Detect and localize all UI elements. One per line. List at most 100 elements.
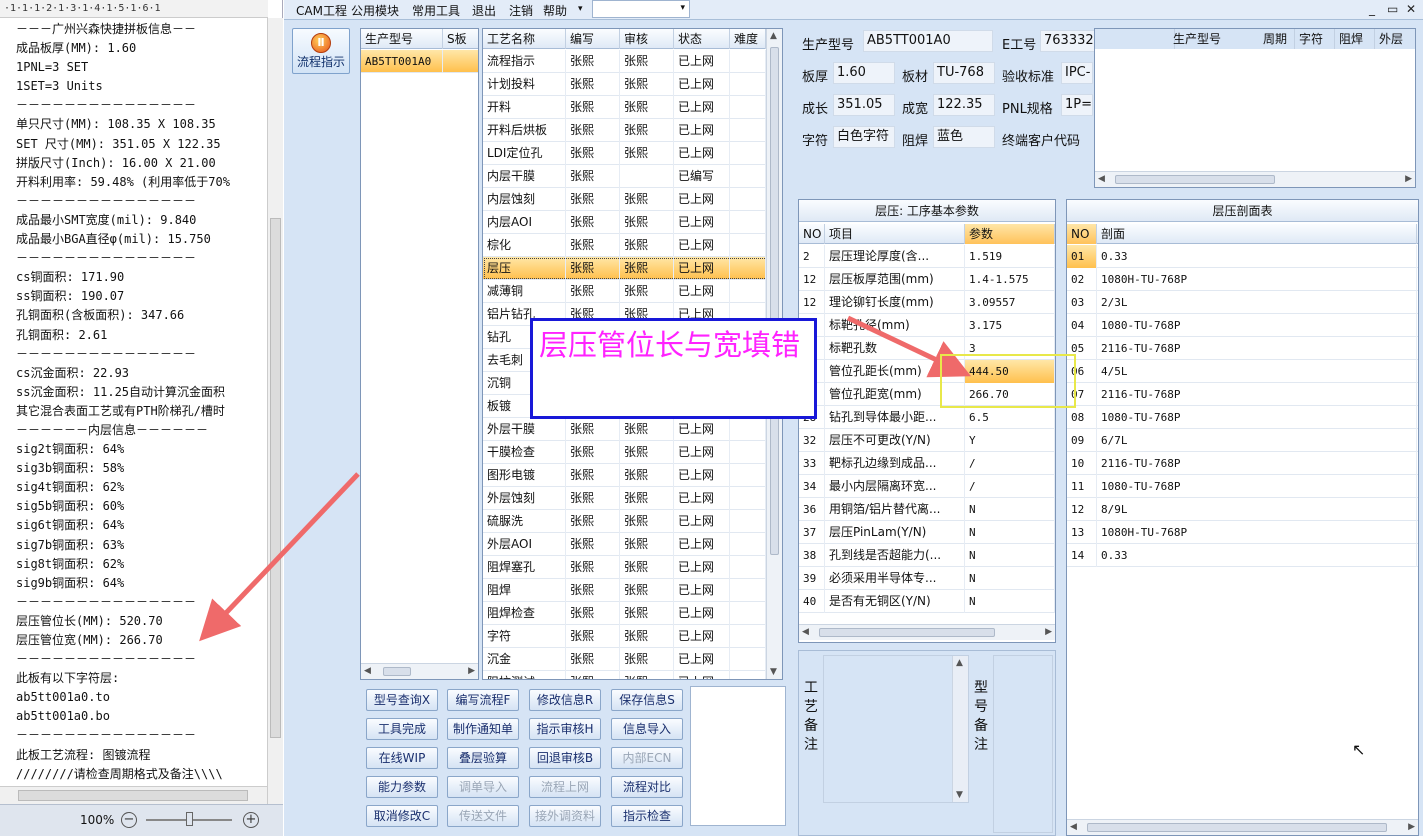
col-model[interactable]: 生产型号 [361, 29, 443, 49]
action-button[interactable]: 传送文件 [447, 805, 519, 827]
width-value[interactable]: 122.35 [933, 94, 995, 116]
menu-tools[interactable]: 常用工具 [412, 2, 460, 19]
stackup-row[interactable]: 08 1080-TU-768P [1067, 406, 1418, 429]
action-button[interactable]: 流程对比 [611, 776, 683, 798]
process-row[interactable]: 干膜检查 张熙 张熙 已上网 [483, 441, 782, 464]
process-row[interactable]: 阻抗测试张熙张熙已上网 [483, 671, 782, 679]
pnl-value[interactable]: 1P= [1061, 94, 1093, 116]
col-char[interactable]: 字符 [1295, 29, 1335, 49]
document-horizontal-scrollbar[interactable] [0, 786, 267, 804]
process-row[interactable]: 字符 张熙 张熙 已上网 [483, 625, 782, 648]
param-row[interactable]: 33 靶标孔边缘到成品... / [799, 452, 1055, 475]
param-row[interactable]: 36 用铜箔/铝片替代离... N [799, 498, 1055, 521]
action-button[interactable]: 指示审核H [529, 718, 601, 740]
col-status[interactable]: 状态 [674, 29, 730, 49]
action-button[interactable]: 编写流程F [447, 689, 519, 711]
param-row[interactable]: 12 层压板厚范围(mm) 1.4-1.575 [799, 268, 1055, 291]
col-process-name[interactable]: 工艺名称 [483, 29, 566, 49]
process-row[interactable]: 阻焊检查 张熙 张熙 已上网 [483, 602, 782, 625]
flow-indicator-button[interactable]: Ⅱ 流程指示 [292, 28, 350, 74]
param-row[interactable]: 28钻孔到导体最小距...6.5 [799, 406, 1055, 429]
col-profile[interactable]: 剖面 [1097, 224, 1417, 244]
help-dropdown-icon[interactable]: ▾ [578, 4, 583, 14]
menu-exit[interactable]: 退出 [472, 2, 496, 19]
col-difficulty[interactable]: 难度 [730, 29, 766, 49]
col-mask[interactable]: 阻焊 [1335, 29, 1375, 49]
stackup-row[interactable]: 10 2116-TU-768P [1067, 452, 1418, 475]
action-button[interactable]: 调单导入 [447, 776, 519, 798]
process-row[interactable]: 流程指示 张熙 张熙 已上网 [483, 50, 782, 73]
stackup-row[interactable]: 05 2116-TU-768P [1067, 337, 1418, 360]
col-outer[interactable]: 外层 [1375, 29, 1415, 49]
thickness-value[interactable]: 1.60 [833, 62, 895, 84]
stackup-row[interactable]: 04 1080-TU-768P [1067, 314, 1418, 337]
zoom-out-icon[interactable]: − [121, 812, 137, 828]
param-row[interactable]: 34 最小内层隔离环宽... / [799, 475, 1055, 498]
process-row[interactable]: 外层AOI 张熙 张熙 已上网 [483, 533, 782, 556]
col-reviewer[interactable]: 审核 [620, 29, 674, 49]
params-hscroll[interactable]: ◀ ▶ [799, 624, 1055, 640]
process-row[interactable]: 阻焊塞孔 张熙 张熙 已上网 [483, 556, 782, 579]
action-button[interactable]: 接外调资料 [529, 805, 601, 827]
action-button[interactable]: 制作通知单 [447, 718, 519, 740]
process-row[interactable]: 阻焊 张熙 张熙 已上网 [483, 579, 782, 602]
process-row[interactable]: 内层蚀刻 张熙 张熙 已上网 [483, 188, 782, 211]
param-row[interactable]: 2 层压理论厚度(含... 1.519 [799, 245, 1055, 268]
stackup-row[interactable]: 11 1080-TU-768P [1067, 475, 1418, 498]
char-value[interactable]: 白色字符 [833, 126, 895, 148]
action-button[interactable]: 能力参数 [366, 776, 438, 798]
process-row[interactable]: 减薄铜 张熙 张熙 已上网 [483, 280, 782, 303]
stackup-row[interactable]: 13 1080H-TU-768P [1067, 521, 1418, 544]
action-button[interactable]: 修改信息R [529, 689, 601, 711]
process-row[interactable]: 内层干膜 张熙 已编写 [483, 165, 782, 188]
process-row[interactable]: 内层AOI 张熙 张熙 已上网 [483, 211, 782, 234]
process-row[interactable]: 开料 张熙 张熙 已上网 [483, 96, 782, 119]
col-cycle[interactable]: 周期 [1259, 29, 1295, 49]
col-no[interactable]: NO [799, 224, 825, 244]
right-table-hscroll[interactable]: ◀ ▶ [1095, 171, 1415, 187]
action-button[interactable]: 型号查询X [366, 689, 438, 711]
action-button[interactable]: 指示检查 [611, 805, 683, 827]
stackup-row[interactable]: 12 8/9L [1067, 498, 1418, 521]
minimize-icon[interactable]: _ [1369, 2, 1375, 16]
stackup-row[interactable]: 03 2/3L [1067, 291, 1418, 314]
col-model-right[interactable]: 生产型号 [1095, 29, 1221, 49]
menu-combo[interactable]: ▾ [592, 0, 690, 18]
action-button[interactable]: 取消修改C [366, 805, 438, 827]
action-button[interactable]: 流程上网 [529, 776, 601, 798]
stackup-row[interactable]: 14 0.33 [1067, 544, 1418, 567]
col-item[interactable]: 项目 [825, 224, 965, 244]
mask-value[interactable]: 蓝色 [933, 126, 995, 148]
param-row[interactable]: 32 层压不可更改(Y/N) Y [799, 429, 1055, 452]
col-writer[interactable]: 编写 [566, 29, 620, 49]
zoom-in-icon[interactable]: + [243, 812, 259, 828]
action-button[interactable]: 信息导入 [611, 718, 683, 740]
col-stackup-no[interactable]: NO [1067, 224, 1097, 244]
process-row[interactable]: LDI定位孔 张熙 张熙 已上网 [483, 142, 782, 165]
process-remark-field[interactable]: ▲ ▼ [823, 655, 969, 803]
action-button[interactable]: 保存信息S [611, 689, 683, 711]
model-remark-field[interactable] [993, 655, 1053, 833]
process-row[interactable]: 开料后烘板 张熙 张熙 已上网 [483, 119, 782, 142]
param-row[interactable]: 3标靶孔径(mm)3.175 [799, 314, 1055, 337]
action-button[interactable]: 在线WIP [366, 747, 438, 769]
stackup-row[interactable]: 02 1080H-TU-768P [1067, 268, 1418, 291]
menu-common-module[interactable]: 公用模块 [351, 2, 399, 19]
menu-help[interactable]: 帮助 [543, 2, 567, 19]
action-button[interactable]: 内部ECN [611, 747, 683, 769]
process-row[interactable]: 沉金 张熙 张熙 已上网 [483, 648, 782, 671]
stackup-hscroll[interactable]: ◀ ▶ [1067, 819, 1418, 835]
process-remark-scroll[interactable]: ▲ ▼ [952, 656, 968, 802]
process-row[interactable]: 硫脲洗 张熙 张熙 已上网 [483, 510, 782, 533]
length-value[interactable]: 351.05 [833, 94, 895, 116]
stackup-row[interactable]: 09 6/7L [1067, 429, 1418, 452]
action-button[interactable]: 叠层验算 [447, 747, 519, 769]
param-row[interactable]: 38 孔到线是否超能力(... N [799, 544, 1055, 567]
menu-cam[interactable]: CAM工程 [296, 2, 347, 19]
process-row[interactable]: 外层干膜 张熙 张熙 已上网 [483, 418, 782, 441]
action-button[interactable]: 工具完成 [366, 718, 438, 740]
zoom-slider-handle[interactable] [186, 812, 193, 826]
document-vertical-scrollbar[interactable] [267, 18, 283, 804]
action-button[interactable]: 回退审核B [529, 747, 601, 769]
model-row[interactable]: AB5TT001A0 [361, 50, 478, 73]
